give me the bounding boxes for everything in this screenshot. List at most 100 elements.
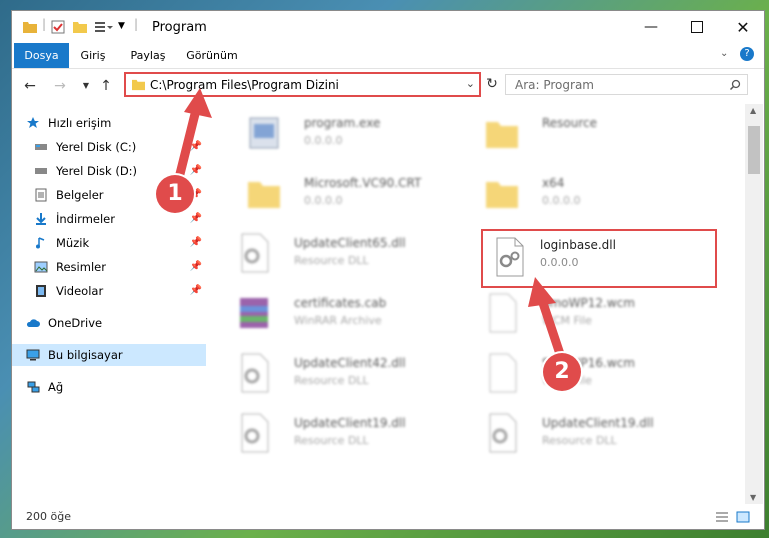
scroll-thumb[interactable]	[748, 126, 760, 174]
arrow-left-icon: ←	[24, 78, 36, 94]
file-detail: Resource DLL	[294, 434, 369, 447]
tab-share[interactable]: Paylaş	[126, 43, 170, 68]
network-icon	[27, 381, 40, 393]
maximize-button[interactable]	[674, 11, 720, 43]
file-icon	[489, 293, 517, 333]
pin-icon[interactable]: 📌	[190, 208, 202, 230]
status-bar: 200 öğe	[12, 505, 764, 529]
folder-icon	[486, 182, 518, 208]
cloud-icon	[26, 319, 40, 327]
chevron-down-icon[interactable]: ▼	[118, 21, 125, 31]
nav-label: Müzik	[56, 236, 90, 250]
file-item[interactable]: program.exe 0.0.0.0	[236, 108, 476, 160]
file-item[interactable]: SmoWP12.wcm WCM File	[474, 288, 714, 340]
minimize-icon: —	[644, 19, 658, 35]
drive-icon	[35, 144, 47, 150]
pin-icon[interactable]: 📌	[190, 280, 202, 302]
search-box[interactable]: Ara: Program	[505, 74, 748, 95]
nav-item-videos[interactable]: Videolar 📌	[12, 280, 206, 302]
nav-label: Ağ	[48, 380, 64, 394]
nav-label: İndirmeler	[56, 212, 115, 226]
file-name: certificates.cab	[294, 296, 387, 310]
nav-item-pictures[interactable]: Resimler 📌	[12, 256, 206, 278]
star-icon	[27, 117, 39, 128]
nav-this-pc[interactable]: Bu bilgisayar	[12, 344, 206, 366]
step-badge-2: 2	[543, 353, 581, 391]
file-item[interactable]: UpdateClient19.dll Resource DLL	[474, 408, 714, 460]
close-button[interactable]: ✕	[720, 11, 764, 43]
nav-onedrive[interactable]: OneDrive	[12, 312, 206, 334]
file-item[interactable]: Resource	[474, 108, 714, 160]
file-name: Resource	[542, 116, 598, 130]
forward-button[interactable]: →	[50, 76, 70, 96]
file-detail: Resource DLL	[542, 434, 617, 447]
customize-toolbar-icon[interactable]	[94, 19, 114, 35]
dll-gears-icon	[241, 413, 269, 453]
large-icons-view-icon[interactable]	[736, 511, 750, 523]
folder-icon	[132, 79, 145, 91]
file-name: Microsoft.VC90.CRT	[304, 176, 422, 190]
nav-label: Hızlı erişim	[48, 116, 112, 130]
file-item[interactable]: certificates.cab WinRAR Archive	[226, 288, 466, 340]
search-icon	[729, 79, 741, 91]
file-name: UpdateClient19.dll	[294, 416, 406, 430]
up-button[interactable]: ↑	[96, 76, 116, 96]
file-item[interactable]: UpdateClient65.dll Resource DLL	[226, 228, 466, 280]
scroll-down-icon[interactable]: ▼	[750, 493, 756, 502]
pin-icon[interactable]: 📌	[190, 256, 202, 278]
file-icon	[489, 353, 517, 393]
tab-file[interactable]: Dosya	[14, 43, 69, 68]
pin-icon[interactable]: 📌	[190, 136, 202, 158]
document-icon	[35, 188, 47, 202]
nav-label: Bu bilgisayar	[48, 348, 123, 362]
title-bar: | ▼ | Program — ✕	[12, 11, 764, 43]
help-icon[interactable]: ?	[740, 47, 754, 61]
file-list: program.exe 0.0.0.0 Resource Microsoft.V…	[212, 104, 745, 504]
address-path: C:\Program Files\Program Dizini	[150, 78, 339, 92]
nav-item-music[interactable]: Müzik 📌	[12, 232, 206, 254]
address-row: ← → ▼ ↑ C:\Program Files\Program Dizini …	[12, 68, 764, 104]
video-icon	[36, 285, 46, 297]
expand-ribbon-icon[interactable]: ⌄	[720, 48, 728, 59]
address-bar[interactable]: C:\Program Files\Program Dizini ⌄	[124, 72, 481, 97]
back-button[interactable]: ←	[20, 76, 40, 96]
drive-icon	[35, 168, 47, 174]
chevron-down-icon[interactable]: ⌄	[466, 77, 475, 90]
refresh-button[interactable]: ↻	[482, 72, 502, 97]
file-item[interactable]: x64 0.0.0.0	[474, 168, 714, 220]
tab-home[interactable]: Giriş	[74, 43, 112, 68]
explorer-window: | ▼ | Program — ✕ Dosya Giriş Paylaş Gör…	[11, 10, 765, 530]
navigation-pane: Hızlı erişim Yerel Disk (C:) 📌 Yerel Dis…	[12, 104, 208, 504]
folder-icon	[486, 122, 518, 148]
scroll-up-icon[interactable]: ▲	[750, 106, 756, 115]
nav-network[interactable]: Ağ	[12, 376, 206, 398]
file-name: program.exe	[304, 116, 381, 130]
minimize-button[interactable]: —	[628, 11, 674, 43]
file-item[interactable]: Microsoft.VC90.CRT 0.0.0.0	[236, 168, 476, 220]
computer-icon	[26, 349, 40, 361]
file-name: UpdateClient19.dll	[542, 416, 654, 430]
pin-icon[interactable]: 📌	[190, 232, 202, 254]
file-detail: 0.0.0.0	[304, 194, 343, 207]
file-detail: Resource DLL	[294, 254, 369, 267]
details-view-icon[interactable]	[715, 511, 729, 523]
arrow-right-icon: →	[54, 78, 66, 94]
file-name: UpdateClient65.dll	[294, 236, 406, 250]
recent-locations-button[interactable]: ▼	[76, 76, 96, 96]
picture-icon	[34, 261, 48, 273]
file-item[interactable]: UpdateClient42.dll Resource DLL	[226, 348, 466, 400]
dll-gears-icon	[489, 413, 517, 453]
vertical-scrollbar[interactable]: ▲ ▼	[745, 104, 763, 504]
properties-icon[interactable]	[50, 19, 66, 35]
new-folder-icon[interactable]	[72, 19, 88, 35]
pin-icon[interactable]: 📌	[190, 160, 202, 182]
file-detail: 0.0.0.0	[304, 134, 343, 147]
nav-item-local-disk-c[interactable]: Yerel Disk (C:) 📌	[12, 136, 206, 158]
file-name: SmoWP12.wcm	[542, 296, 635, 310]
file-item[interactable]: UpdateClient19.dll Resource DLL	[226, 408, 466, 460]
file-item[interactable]: SmoWP16.wcm WCM File	[474, 348, 714, 400]
dll-gears-icon	[241, 233, 269, 273]
tab-view[interactable]: Görünüm	[184, 43, 240, 68]
nav-quick-access[interactable]: Hızlı erişim	[12, 112, 206, 134]
nav-label: Yerel Disk (D:)	[56, 164, 138, 178]
